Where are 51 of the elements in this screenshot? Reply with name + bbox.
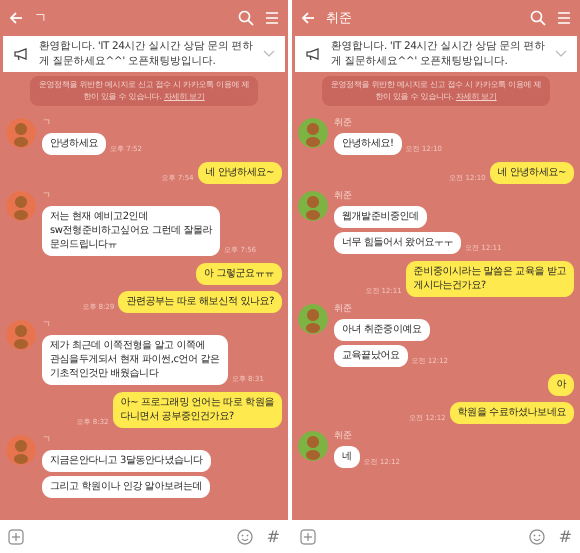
emoji-icon[interactable] (236, 528, 253, 544)
notice-text: 환영합니다. 'IT 24시간 실시간 상담 문의 편하게 질문하세요^^' 오픈채팅방입니다. (39, 39, 253, 69)
menu-icon[interactable] (264, 10, 280, 26)
sender-name: 취준 (334, 118, 352, 129)
policy-notice: 운영정책을 위반한 메시지로 신고 접수 시 카카오톡 이용에 제한이 있을 수 있습니다. 자세히 보기 (30, 76, 258, 106)
sender-name: ㄱ (42, 435, 51, 446)
sender-name: ㄱ (42, 191, 51, 202)
chat-title: ㄱ (34, 10, 48, 27)
chevron-down-icon[interactable] (263, 50, 275, 58)
chat-title: 취준 (326, 10, 353, 27)
chevron-down-icon[interactable] (555, 50, 567, 58)
message-bubble: 학원을 수료하셨나보네요 (450, 402, 574, 424)
details-link[interactable]: 자세히 보기 (164, 92, 205, 101)
policy-notice: 운영정책을 위반한 메시지로 신고 접수 시 카카오톡 이용에 제한이 있을 수 있습니다. 자세히 보기 (322, 76, 550, 106)
message-bubble: 안녕하세요 (42, 133, 106, 155)
message-bubble: 웹개발준비중인데 (334, 206, 427, 228)
details-link[interactable]: 자세히 보기 (456, 92, 497, 101)
message-bubble: 안녕하세요! (334, 133, 402, 155)
search-icon[interactable] (238, 10, 254, 26)
message-bubble: 아~ 프로그래밍 언어는 따로 학원을 다니면서 공부중인건가요? (112, 392, 282, 428)
message-bubble: 제가 최근데 이쪽전형을 알고 이쪽에 관심을두게되서 현재 파이썬,c언어 같은 기초적인것만 배웠습니다 (42, 335, 228, 385)
hashtag-button[interactable]: # (558, 527, 572, 546)
hashtag-button[interactable]: # (266, 527, 280, 546)
menu-icon[interactable] (556, 10, 572, 26)
message-bubble: 아 그렇군요ㅠㅠ (196, 263, 282, 285)
message-bubble: 네 안녕하세요~ (198, 162, 282, 184)
notice-text: 환영합니다. 'IT 24시간 실시간 상담 문의 편하게 질문하세요^^' 오픈채팅방입니다. (331, 39, 545, 69)
sender-name: 취준 (334, 304, 352, 315)
back-icon[interactable] (300, 10, 316, 26)
sender-name: 취준 (334, 191, 352, 202)
plus-icon[interactable] (8, 528, 24, 544)
message-bubble: 너무 힘들어서 왔어요ㅜㅜ (334, 232, 462, 254)
message-bubble: 네 안녕하세요~ (490, 162, 574, 184)
message-bubble: 준비중이시라는 말씀은 교육을 받고 게시다는건가요? (406, 261, 574, 297)
back-icon[interactable] (8, 10, 24, 26)
message-bubble: 지금은안다니고 3달동안다녔습니다 (42, 450, 211, 472)
search-icon[interactable] (530, 10, 546, 26)
message-bubble: 네 (334, 446, 360, 468)
plus-icon[interactable] (300, 528, 316, 544)
message-bubble: 관련공부는 따로 해보신적 있나요? (118, 291, 282, 313)
emoji-icon[interactable] (528, 528, 545, 544)
sender-name: 취준 (334, 431, 352, 442)
message-bubble: 교육끝났어요 (334, 345, 408, 367)
message-bubble: 아녀 취준중이예요 (334, 319, 430, 341)
message-bubble: 저는 현재 예비고2인데 sw전형준비하고싶어요 그런데 잘몰라 문의드립니다ㅠ (42, 206, 220, 256)
sender-name: ㄱ (42, 320, 51, 331)
megaphone-icon (13, 47, 29, 61)
message-bubble: 그리고 학원이나 인강 알아보려는데 (42, 476, 210, 498)
message-bubble: 아 (548, 374, 574, 396)
sender-name: ㄱ (42, 118, 51, 129)
megaphone-icon (305, 47, 321, 61)
